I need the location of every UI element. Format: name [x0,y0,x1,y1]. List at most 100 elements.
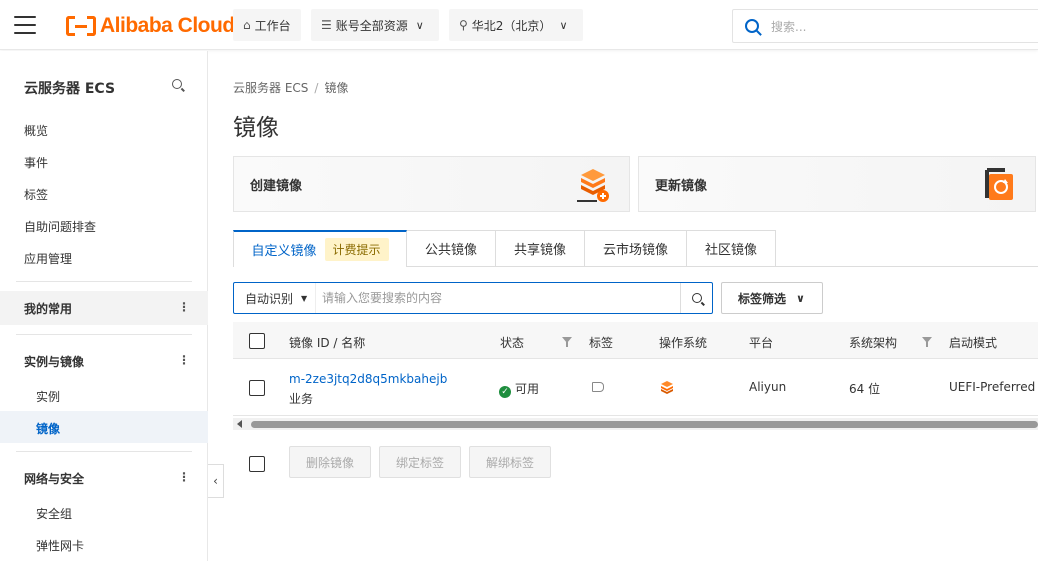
tab-custom-images[interactable]: 自定义镜像 计费提示 [233,230,407,267]
status-filter-icon[interactable] [562,337,572,347]
more-options-icon[interactable]: ⋮ [178,353,190,367]
more-options-icon[interactable]: ⋮ [178,470,190,484]
select-all-checkbox[interactable] [249,333,265,349]
region-selector[interactable]: ⚲ 华北2（北京） ∨ [449,9,583,41]
update-image-label: 更新镜像 [655,178,708,194]
batch-select-checkbox[interactable] [249,456,265,472]
sidebar-group-network-security[interactable]: 网络与安全 [0,461,208,495]
scrollbar-thumb[interactable] [251,421,1038,428]
sidebar-item-app-management[interactable]: 应用管理 [24,250,72,267]
sidebar-item-security-groups[interactable]: 安全组 [36,505,72,522]
tag-filter-label: 标签筛选 [738,291,787,306]
search-button[interactable] [680,283,712,313]
delete-image-button[interactable]: 删除镜像 [289,446,371,478]
chevron-down-icon: ∨ [796,291,805,305]
sidebar-item-troubleshooting[interactable]: 自助问题排查 [24,218,96,235]
tag-filter-dropdown[interactable]: 标签筛选 ∨ [721,282,823,314]
list-icon: ☰ [321,18,332,32]
scroll-left-arrow-icon[interactable] [237,420,242,428]
column-header-tags: 标签 [589,336,614,350]
image-search-input[interactable] [316,284,680,312]
sidebar-item-images-active[interactable] [0,411,208,443]
breadcrumb-images: 镜像 [324,81,349,95]
page-title: 镜像 [233,115,279,141]
global-search-input[interactable]: 搜索... [732,9,1038,43]
sidebar-collapse-button[interactable]: ‹ [208,464,224,498]
tag-icon[interactable] [592,382,604,392]
sidebar: 云服务器 ECS 概览 事件 标签 自助问题排查 应用管理 我的常用 ⋮ 实例与… [0,51,208,561]
image-search-bar: 自动识别 ▼ [233,282,713,314]
breadcrumb: 云服务器 ECS / 镜像 [233,79,348,96]
column-header-os: 操作系统 [659,336,708,350]
unbind-tag-label: 解绑标签 [485,455,534,470]
sidebar-group-label: 网络与安全 [24,471,85,486]
image-id-link[interactable]: m-2ze3jtq2d8q5mkbahejb [289,372,447,386]
sidebar-group-label: 我的常用 [24,301,73,316]
sidebar-group-favorites[interactable]: 我的常用 [0,291,208,325]
sidebar-item-events[interactable]: 事件 [24,154,48,171]
chevron-left-icon: ‹ [213,474,218,488]
more-options-icon[interactable]: ⋮ [178,300,190,314]
workbench-label: 工作台 [254,18,291,33]
caret-down-icon: ▼ [301,293,308,303]
table-row: m-2ze3jtq2d8q5mkbahejb 业务 ✓ 可用 Aliyun 64 … [233,359,1038,416]
tab-marketplace-images[interactable]: 云市场镜像 [585,230,687,267]
resource-scope-dropdown[interactable]: ☰ 账号全部资源 ∨ [311,9,439,41]
workbench-button[interactable]: ⌂ 工作台 [233,9,301,41]
top-navigation-bar: Alibaba Cloud ⌂ 工作台 ☰ 账号全部资源 ∨ ⚲ 华北2（北京）… [0,0,1038,50]
check-circle-icon: ✓ [499,386,511,398]
image-name: 业务 [289,392,314,406]
alibaba-cloud-logo-icon [66,16,96,36]
alibaba-cloud-logo[interactable]: Alibaba Cloud [66,13,235,39]
bind-tag-button[interactable]: 绑定标签 [379,446,461,478]
arch-filter-icon[interactable] [922,337,932,347]
sidebar-divider [16,281,192,282]
column-header-id-name: 镜像 ID / 名称 [289,336,366,350]
sidebar-search-icon[interactable] [172,79,182,89]
update-image-card[interactable]: 更新镜像 [638,156,1036,212]
platform-value: Aliyun [749,380,787,394]
sidebar-item-tags[interactable]: 标签 [24,186,48,203]
image-type-tabs: 自定义镜像 计费提示 公共镜像 共享镜像 云市场镜像 社区镜像 [233,230,776,267]
tab-community-images[interactable]: 社区镜像 [687,230,776,267]
sidebar-item-images[interactable]: 镜像 [36,420,60,437]
column-header-boot-mode: 启动模式 [949,336,998,350]
arch-value: 64 位 [849,382,881,396]
tabs-baseline [776,266,1038,267]
search-icon [745,19,759,33]
sidebar-group-instances-images[interactable]: 实例与镜像 [0,344,208,378]
home-icon: ⌂ [243,18,251,32]
breadcrumb-ecs[interactable]: 云服务器 ECS [233,81,308,95]
table-header: 镜像 ID / 名称 状态 标签 操作系统 平台 系统架构 启动模式 [233,322,1038,359]
row-checkbox[interactable] [249,380,265,396]
sidebar-group-label: 实例与镜像 [24,354,85,369]
menu-icon[interactable] [14,16,36,34]
sidebar-item-eni[interactable]: 弹性网卡 [36,537,84,554]
status-text: 可用 [515,382,540,396]
sidebar-item-overview[interactable]: 概览 [24,122,48,139]
boot-mode-value: UEFI-Preferred [949,380,1036,394]
os-layers-icon [661,381,673,394]
horizontal-scrollbar[interactable] [233,418,1038,430]
unbind-tag-button[interactable]: 解绑标签 [469,446,551,478]
create-image-label: 创建镜像 [250,178,303,194]
tab-marketplace-images-label: 云市场镜像 [602,243,668,258]
tab-public-images[interactable]: 公共镜像 [407,230,496,267]
sidebar-item-instances[interactable]: 实例 [36,388,60,405]
resource-scope-label: 账号全部资源 [335,18,408,33]
tab-shared-images-label: 共享镜像 [513,243,566,258]
tab-custom-images-label: 自定义镜像 [251,244,317,259]
billing-tip-badge[interactable]: 计费提示 [324,238,389,261]
create-image-icon [577,169,609,202]
brand-name: Alibaba Cloud [100,14,235,37]
global-search-placeholder: 搜索... [771,19,807,34]
tab-public-images-label: 公共镜像 [424,243,477,258]
tab-community-images-label: 社区镜像 [704,243,757,258]
breadcrumb-separator: / [314,81,319,95]
search-mode-dropdown[interactable]: 自动识别 ▼ [234,283,316,313]
bind-tag-label: 绑定标签 [395,455,444,470]
create-image-card[interactable]: 创建镜像 [233,156,630,212]
tab-shared-images[interactable]: 共享镜像 [496,230,585,267]
chevron-down-icon: ∨ [415,18,424,32]
region-label: 华北2（北京） [471,18,552,33]
